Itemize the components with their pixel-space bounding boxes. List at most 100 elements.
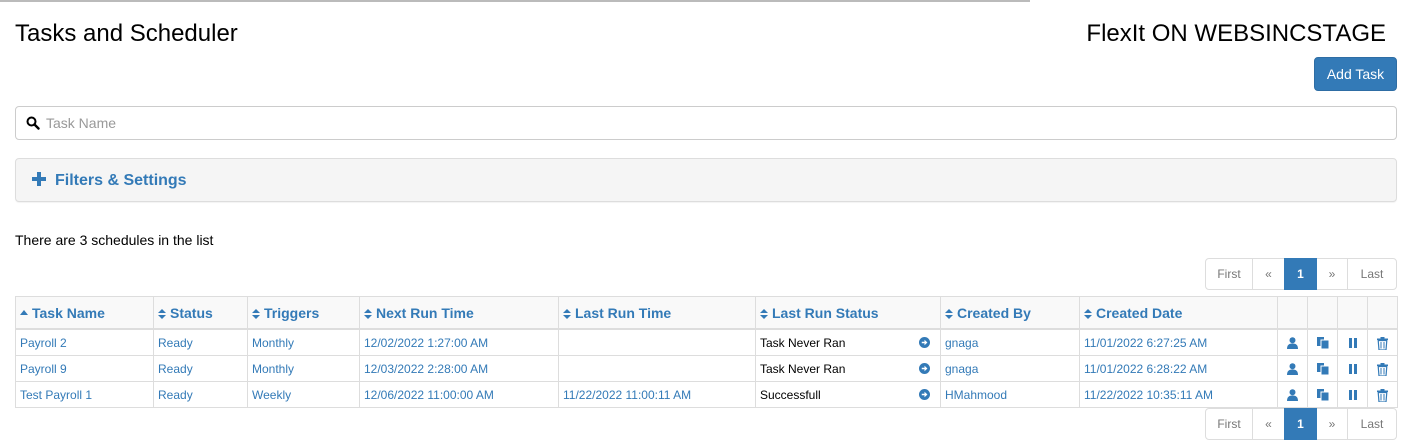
copy-task-action[interactable] [1307, 355, 1338, 382]
last-run-time-cell: 11/22/2022 11:00:11 AM [558, 381, 756, 408]
pagination-next[interactable]: » [1316, 258, 1348, 290]
last-run-status-text: Task Never Ran [760, 335, 846, 350]
schedules-table: Task Name Status Triggers Next Run Time … [15, 296, 1398, 408]
pause-task-action[interactable] [1337, 381, 1368, 408]
column-header-created-by[interactable]: Created By [940, 296, 1080, 330]
pagination-prev[interactable]: « [1252, 408, 1285, 440]
table-row: Test Payroll 1 Ready Weekly 12/06/2022 1… [15, 381, 1398, 408]
task-name-link[interactable]: Payroll 9 [15, 355, 154, 382]
table-row: Payroll 2 Ready Monthly 12/02/2022 1:27:… [15, 328, 1398, 356]
column-header-next-run-time[interactable]: Next Run Time [359, 296, 559, 330]
pagination-page-1[interactable]: 1 [1284, 408, 1317, 440]
run-as-user-action[interactable] [1277, 381, 1308, 408]
pause-task-action[interactable] [1337, 355, 1368, 382]
created-date-cell: 11/01/2022 6:28:22 AM [1079, 355, 1278, 382]
page-title: Tasks and Scheduler [15, 20, 238, 47]
next-run-time-cell: 12/06/2022 11:00:00 AM [359, 381, 559, 408]
column-header-last-run-status[interactable]: Last Run Status [755, 296, 941, 330]
column-header-label: Status [170, 304, 213, 321]
add-task-button[interactable]: Add Task [1314, 57, 1397, 91]
arrow-circle-right-icon[interactable] [919, 389, 930, 400]
pagination-first[interactable]: First [1205, 408, 1253, 440]
trash-icon [1377, 336, 1388, 350]
last-run-status-cell: Successfull [755, 381, 941, 408]
last-run-time-cell [558, 328, 756, 356]
delete-task-action[interactable] [1367, 355, 1398, 382]
column-header-action-2 [1307, 296, 1338, 330]
triggers-link[interactable]: Monthly [247, 355, 360, 382]
pagination-first[interactable]: First [1205, 258, 1253, 290]
task-name-search-input[interactable] [46, 108, 1386, 138]
sort-icon [252, 308, 260, 319]
user-icon [1287, 389, 1298, 402]
triggers-link[interactable]: Weekly [247, 381, 360, 408]
pause-icon [1348, 338, 1357, 349]
sort-icon [945, 308, 953, 319]
last-run-status-text: Successfull [760, 387, 821, 402]
environment-title: FlexIt ON WEBSINCSTAGE [1086, 20, 1386, 47]
pagination-page-1[interactable]: 1 [1284, 258, 1317, 290]
user-icon [1287, 337, 1298, 350]
created-by-cell: gnaga [940, 328, 1080, 356]
search-icon [26, 116, 40, 130]
run-as-user-action[interactable] [1277, 355, 1308, 382]
copy-task-action[interactable] [1307, 381, 1338, 408]
pagination-last[interactable]: Last [1347, 258, 1397, 290]
pause-task-action[interactable] [1337, 328, 1368, 356]
last-run-status-cell: Task Never Ran [755, 328, 941, 356]
created-by-cell: HMahmood [940, 381, 1080, 408]
status-cell: Ready [153, 381, 248, 408]
column-header-label: Triggers [264, 304, 320, 321]
copy-icon [1316, 337, 1329, 350]
column-header-label: Created Date [1096, 304, 1183, 321]
created-date-cell: 11/22/2022 10:35:11 AM [1079, 381, 1278, 408]
column-header-label: Last Run Time [575, 304, 672, 321]
status-cell: Ready [153, 355, 248, 382]
next-run-time-cell: 12/03/2022 2:28:00 AM [359, 355, 559, 382]
last-run-status-text: Task Never Ran [760, 361, 846, 376]
delete-task-action[interactable] [1367, 328, 1398, 356]
copy-icon [1316, 389, 1329, 402]
copy-task-action[interactable] [1307, 328, 1338, 356]
sort-icon [364, 308, 372, 319]
column-header-task-name[interactable]: Task Name [15, 296, 154, 330]
column-header-created-date[interactable]: Created Date [1079, 296, 1278, 330]
trash-icon [1377, 362, 1388, 376]
arrow-circle-right-icon[interactable] [919, 337, 930, 348]
last-run-time-cell [558, 355, 756, 382]
table-header-row: Task Name Status Triggers Next Run Time … [15, 296, 1398, 330]
filters-settings-panel[interactable]: Filters & Settings [15, 158, 1397, 202]
sort-icon [158, 308, 166, 319]
task-name-link[interactable]: Test Payroll 1 [15, 381, 154, 408]
trash-icon [1377, 388, 1388, 402]
sort-icon [760, 308, 768, 319]
column-header-status[interactable]: Status [153, 296, 248, 330]
table-row: Payroll 9 Ready Monthly 12/03/2022 2:28:… [15, 355, 1398, 382]
arrow-circle-right-icon[interactable] [919, 363, 930, 374]
created-by-cell: gnaga [940, 355, 1080, 382]
copy-icon [1316, 363, 1329, 376]
user-icon [1287, 363, 1298, 376]
pagination-last[interactable]: Last [1347, 408, 1397, 440]
column-header-last-run-time[interactable]: Last Run Time [558, 296, 756, 330]
column-header-action-1 [1277, 296, 1308, 330]
column-header-label: Last Run Status [772, 304, 879, 321]
pause-icon [1348, 364, 1357, 375]
column-header-action-4 [1367, 296, 1398, 330]
status-cell: Ready [153, 328, 248, 356]
sort-icon [1084, 308, 1092, 319]
run-as-user-action[interactable] [1277, 328, 1308, 356]
task-search-box[interactable] [15, 106, 1397, 140]
triggers-link[interactable]: Monthly [247, 328, 360, 356]
column-header-triggers[interactable]: Triggers [247, 296, 360, 330]
column-header-action-3 [1337, 296, 1368, 330]
pause-icon [1348, 390, 1357, 401]
filters-settings-label: Filters & Settings [55, 172, 187, 189]
schedule-count-text: There are 3 schedules in the list [15, 232, 214, 248]
column-header-label: Next Run Time [376, 304, 474, 321]
pagination-prev[interactable]: « [1252, 258, 1285, 290]
pagination-next[interactable]: » [1316, 408, 1348, 440]
sort-ascending-icon [20, 309, 28, 315]
delete-task-action[interactable] [1367, 381, 1398, 408]
task-name-link[interactable]: Payroll 2 [15, 328, 154, 356]
